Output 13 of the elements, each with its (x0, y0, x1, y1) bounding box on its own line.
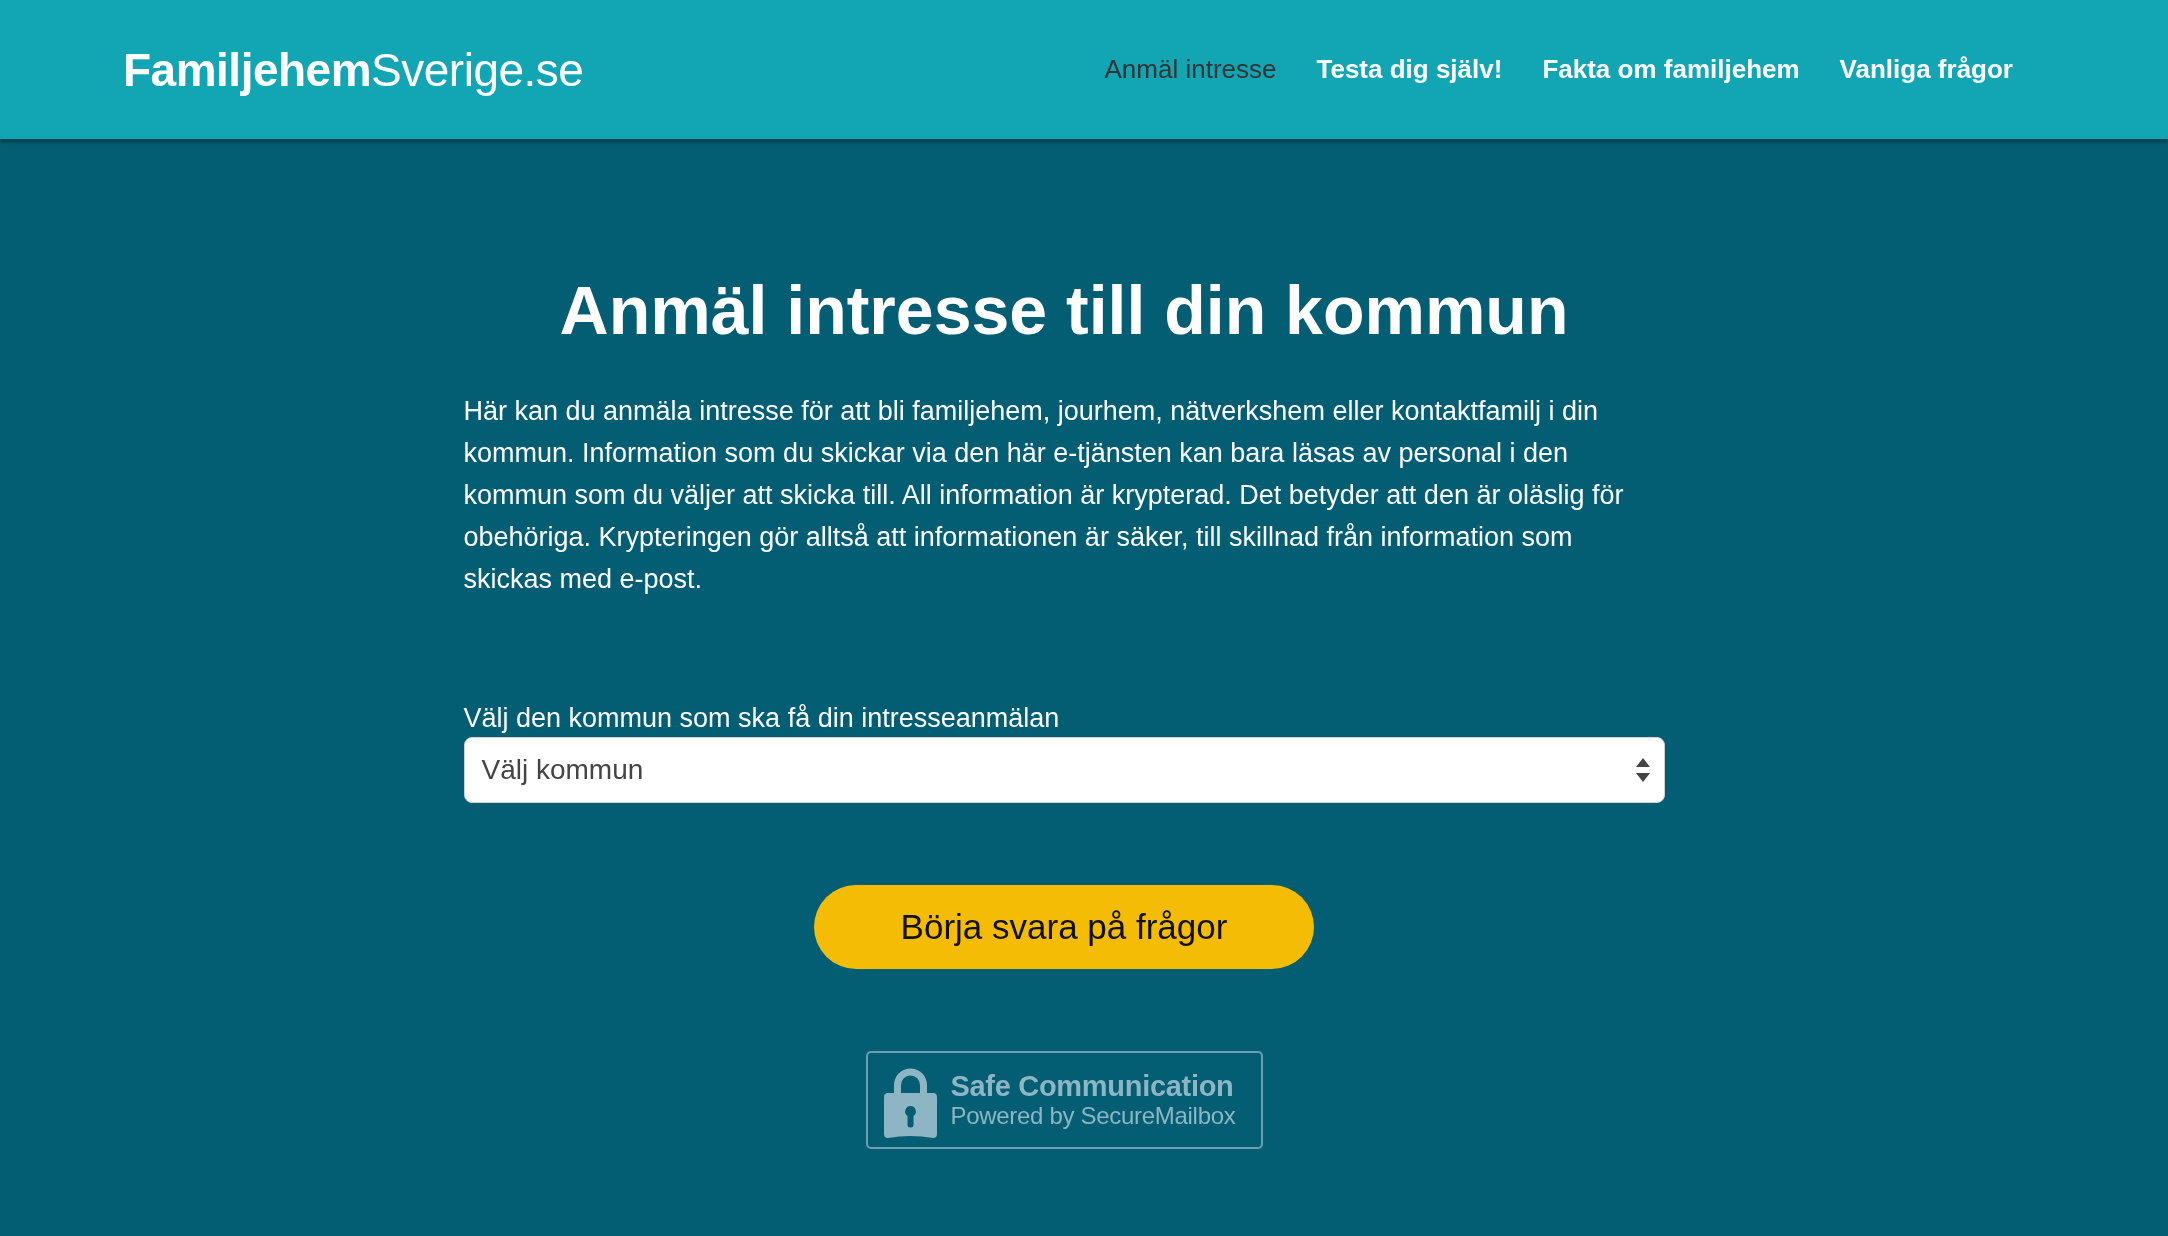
page-title: Anmäl intresse till din kommun (559, 271, 1569, 350)
badge-title: Safe Communication (950, 1070, 1234, 1102)
nav-link[interactable]: Testa dig själv! (1316, 54, 1503, 85)
field-label: Välj den kommun som ska få din intresseanmälan (463, 702, 1060, 735)
intro-paragraph: Här kan du anmäla intresse för att bli familjehem, jourhem, nätverkshem eller kontaktfamilj i din kommun. Information som du skickar via den här e-tjänsten kan bara läsas av personal i den kommun som du väljer att skicka till. All information är krypterad. Det betyder att den är oläslig för obehöriga. Krypteringen gör alltså att informationen är säker, till skillnad från information som skickas med e-post. (463, 395, 1625, 596)
nav-link[interactable]: Anmäl intresse (1104, 54, 1277, 85)
up-down-arrows-icon (1635, 758, 1650, 782)
site-logo[interactable]: FamiljehemSverige.se (123, 42, 584, 97)
nav-link[interactable]: Vanliga frågor (1839, 54, 2013, 85)
start-button[interactable]: Börja svara på frågor (814, 885, 1314, 969)
badge-subtitle: Powered by SecureMailbox (950, 1102, 1236, 1130)
nav-link[interactable]: Fakta om familjehem (1542, 54, 1800, 85)
municipality-select[interactable]: Välj kommun (463, 737, 1665, 803)
